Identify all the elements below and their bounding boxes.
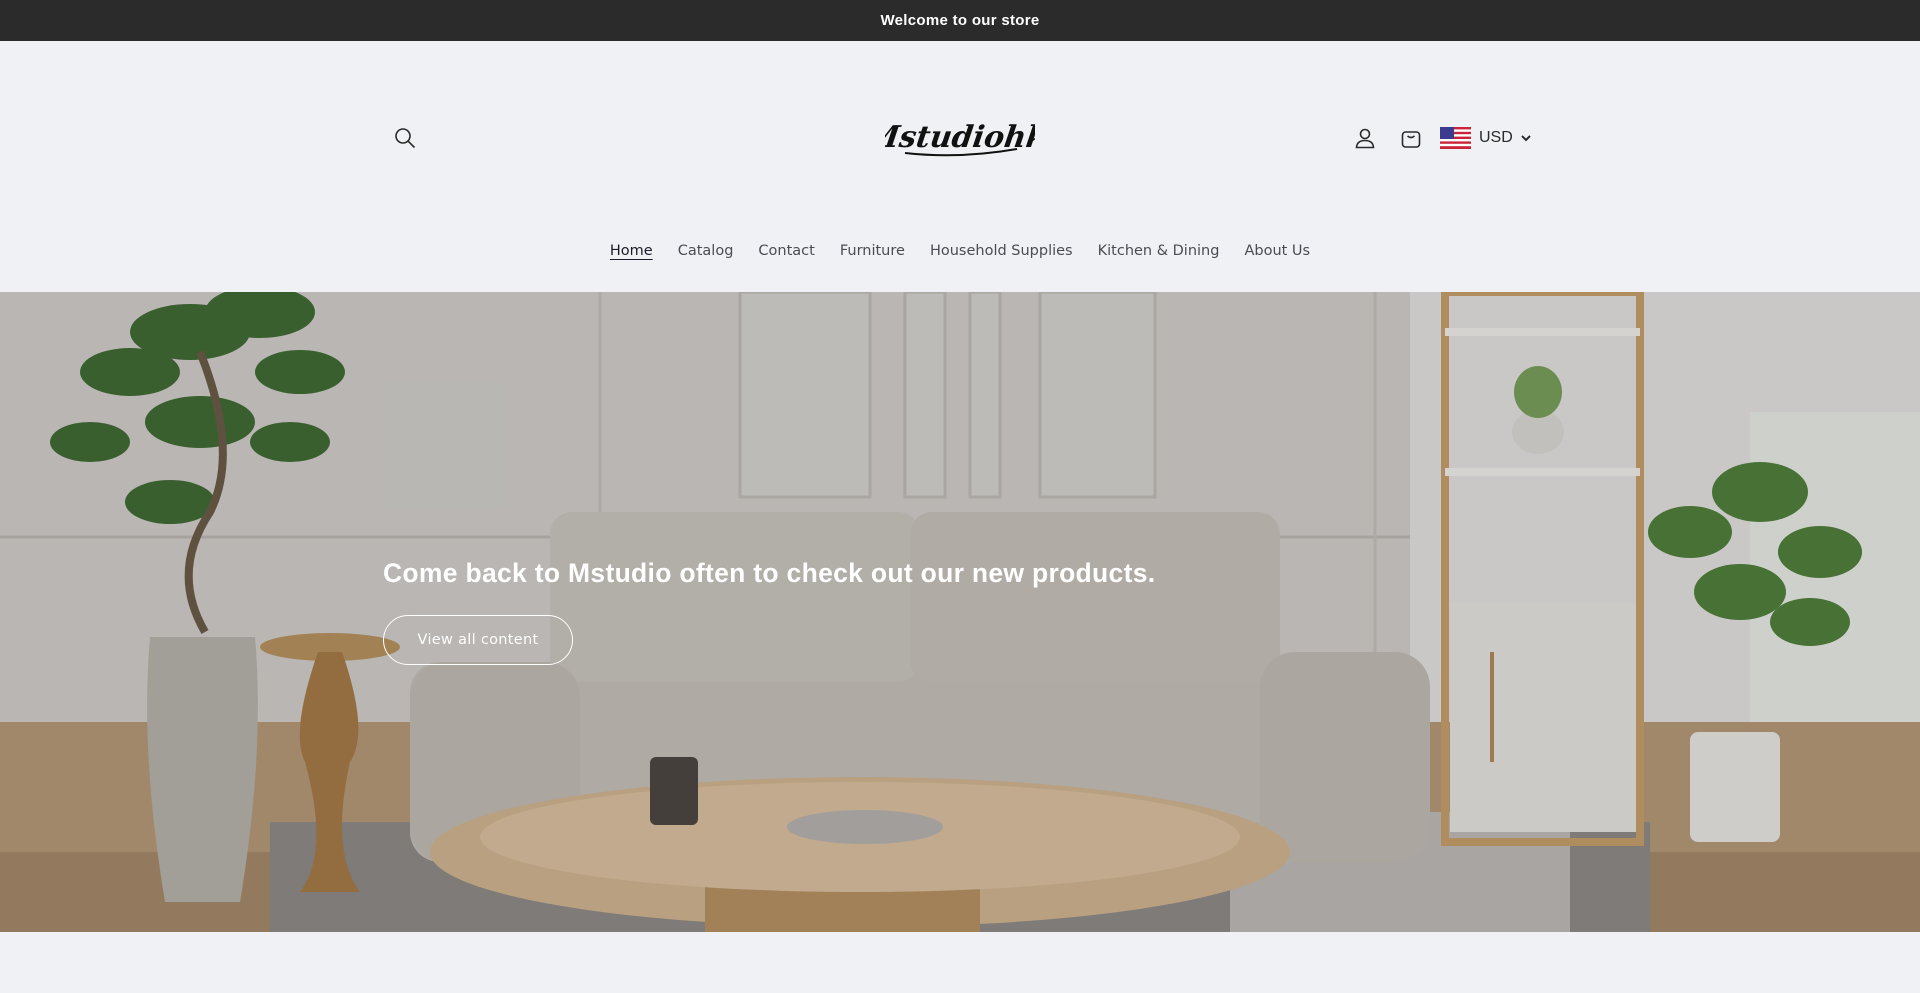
hero-title: Come back to Mstudio often to check out … [383,558,1156,588]
search-icon [394,127,416,149]
currency-selector[interactable]: USD [1440,123,1531,153]
hero-overlay [0,292,1920,932]
nav-item-catalog[interactable]: Catalog [678,236,734,266]
announcement-bar: Welcome to our store [0,0,1920,41]
main-nav: Home Catalog Contact Furniture Household… [0,236,1920,266]
chevron-down-icon [1521,129,1531,147]
view-all-content-button[interactable]: View all content [383,615,573,665]
account-button[interactable] [1347,120,1383,156]
account-icon [1354,127,1376,149]
nav-item-contact[interactable]: Contact [758,236,814,266]
page-below-hero [0,932,1920,993]
currency-code: USD [1479,129,1513,146]
hero-banner: Come back to Mstudio often to check out … [0,292,1920,932]
search-button[interactable] [387,120,423,156]
nav-item-household-supplies[interactable]: Household Supplies [930,236,1073,266]
announcement-text: Welcome to our store [880,12,1040,29]
cart-icon [1400,127,1422,149]
nav-item-kitchen-dining[interactable]: Kitchen & Dining [1098,236,1220,266]
cart-button[interactable] [1393,120,1429,156]
us-flag-icon [1440,127,1471,149]
nav-item-furniture[interactable]: Furniture [840,236,905,266]
store-logo[interactable]: Mstudiohk [880,111,1040,161]
nav-item-about-us[interactable]: About Us [1244,236,1310,266]
site-header: Mstudiohk USD Home Catalog Contact Furni… [0,41,1920,292]
nav-item-home[interactable]: Home [610,236,653,266]
